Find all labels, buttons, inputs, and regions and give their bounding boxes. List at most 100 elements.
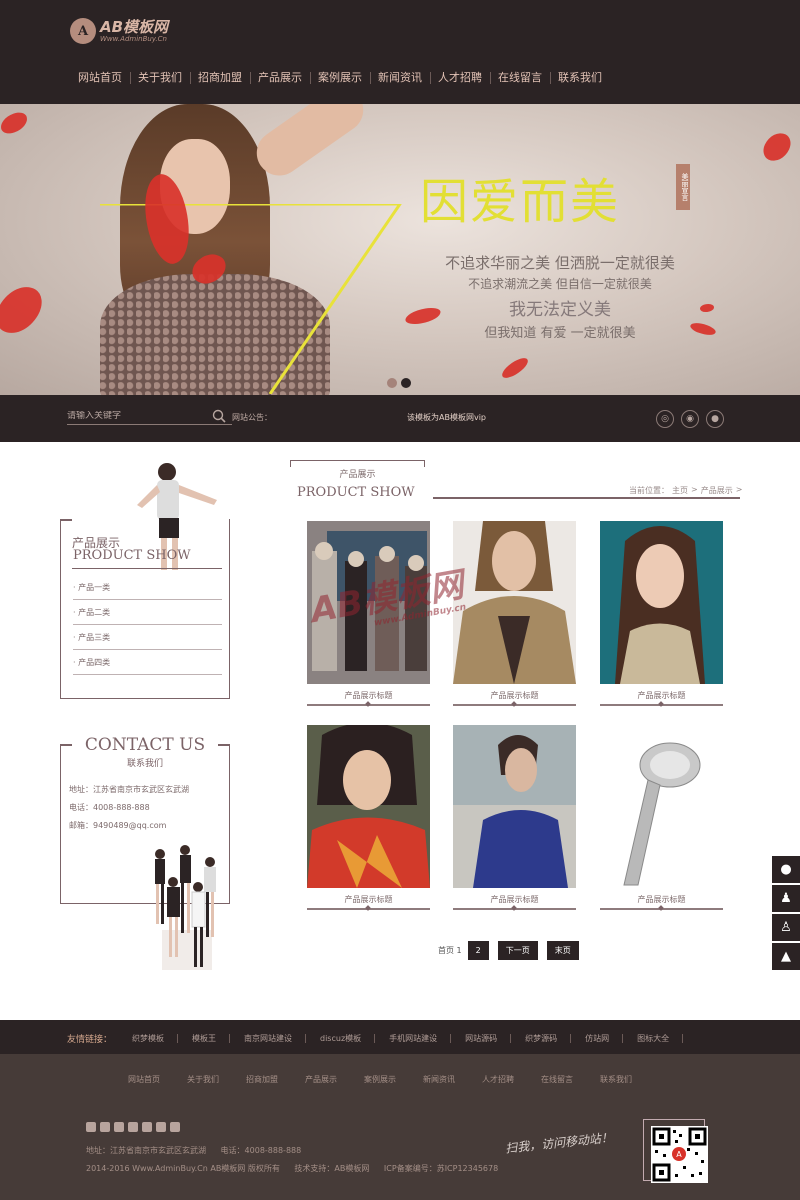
friend-link[interactable]: discuz模板 (306, 1033, 376, 1044)
weibo-icon[interactable]: ◎ (656, 410, 674, 428)
slider-dots (387, 378, 415, 388)
share-plus-icon[interactable] (86, 1122, 96, 1132)
nav-products[interactable]: 产品展示 (250, 66, 310, 90)
last-page-button[interactable]: 末页 (546, 941, 579, 960)
friend-links: 织梦模板 模板王 南京网站建设 discuz模板 手机网站建设 网站源码 织梦源… (118, 1033, 684, 1044)
nav-news[interactable]: 新闻资讯 (370, 66, 430, 90)
product-image[interactable] (600, 521, 723, 684)
breadcrumb-separator: > (735, 485, 743, 494)
product-caption[interactable]: 产品展示标题 (307, 894, 430, 905)
share-douban-icon[interactable] (156, 1122, 166, 1132)
search-input[interactable] (67, 410, 212, 421)
product-card[interactable]: 产品展示标题 (453, 521, 576, 706)
next-page-button[interactable]: 下一页 (497, 941, 538, 960)
nav-contact[interactable]: 联系我们 (550, 66, 610, 90)
share-renren-icon[interactable] (142, 1122, 152, 1132)
section-divider (433, 497, 740, 499)
category-item[interactable]: · 产品四类 (73, 650, 222, 675)
share-weibo-icon[interactable] (114, 1122, 124, 1132)
nav-franchise[interactable]: 招商加盟 (190, 66, 250, 90)
logo-url: Www.AdminBuy.Cn (100, 35, 167, 43)
nav-jobs[interactable]: 人才招聘 (430, 66, 490, 90)
product-caption[interactable]: 产品展示标题 (307, 690, 430, 701)
product-caption[interactable]: 产品展示标题 (600, 894, 723, 905)
friend-link[interactable]: 手机网站建设 (375, 1033, 452, 1044)
page-2-button[interactable]: 2 (467, 941, 489, 960)
footer-nav-item[interactable]: 产品展示 (305, 1074, 337, 1085)
product-underline (453, 908, 576, 910)
share-icons (86, 1122, 184, 1132)
friend-link[interactable]: 图标大全 (623, 1033, 684, 1044)
category-item[interactable]: · 产品一类 (73, 575, 222, 600)
nav-message[interactable]: 在线留言 (490, 66, 550, 90)
footer-nav: 网站首页 关于我们 招商加盟 产品展示 案例展示 新闻资讯 人才招聘 在线留言 … (128, 1074, 659, 1085)
search-box (67, 407, 232, 425)
footer-nav-item[interactable]: 人才招聘 (482, 1074, 514, 1085)
friend-link[interactable]: 南京网站建设 (230, 1033, 306, 1044)
nav-about[interactable]: 关于我们 (130, 66, 190, 90)
contact-subtitle: 联系我们 (126, 759, 163, 769)
banner-model-arm (247, 104, 373, 185)
qq-group-icon[interactable]: ♟ (772, 885, 800, 912)
banner-line-2: 不追求潮流之美 但自信一定就很美 (468, 277, 652, 291)
product-card[interactable]: 产品展示标题 (600, 725, 723, 910)
sidebar-title-en: PRODUCT SHOW (73, 548, 191, 563)
product-card[interactable]: 产品展示标题 (453, 725, 576, 910)
friend-link[interactable]: 仿站网 (571, 1033, 624, 1044)
product-image[interactable] (453, 725, 576, 888)
slider-dot-2[interactable] (401, 378, 411, 388)
category-item[interactable]: · 产品二类 (73, 600, 222, 625)
product-image[interactable] (307, 725, 430, 888)
section-tab-label: 产品展示 (290, 467, 425, 480)
product-image[interactable] (600, 725, 723, 888)
product-card[interactable]: 产品展示标题 (307, 725, 430, 910)
product-caption[interactable]: 产品展示标题 (453, 894, 576, 905)
share-wechat-icon[interactable] (170, 1122, 180, 1132)
pagination-info[interactable]: 首页 1 (438, 945, 462, 956)
slider-dot-1[interactable] (387, 378, 397, 388)
footer-address: 地址：江苏省南京市玄武区玄武湖 (86, 1146, 206, 1155)
breadcrumb: 当前位置： 主页 > 产品展示 > (629, 485, 745, 496)
friend-link[interactable]: 网站源码 (451, 1033, 512, 1044)
footer-nav-item[interactable]: 招商加盟 (246, 1074, 278, 1085)
nav-home[interactable]: 网站首页 (70, 66, 130, 90)
banner-title: 因爱而美 (420, 174, 621, 230)
footer-nav-item[interactable]: 联系我们 (600, 1074, 632, 1085)
category-item[interactable]: · 产品三类 (73, 625, 222, 650)
logo-name: AB模板网 (100, 18, 169, 36)
product-caption[interactable]: 产品展示标题 (600, 690, 723, 701)
footer-nav-item[interactable]: 案例展示 (364, 1074, 396, 1085)
floating-toolbar: ● ♟ ♙ ▲ (772, 856, 800, 972)
share-tencent-icon[interactable] (128, 1122, 138, 1132)
back-to-top-icon[interactable]: ▲ (772, 943, 800, 970)
notice-label: 网站公告： (232, 413, 272, 422)
qq-icon[interactable]: ♙ (772, 914, 800, 941)
search-icon[interactable] (212, 409, 226, 423)
product-caption[interactable]: 产品展示标题 (453, 690, 576, 701)
footer-icp[interactable]: ICP备案编号：苏ICP12345678 (384, 1164, 498, 1173)
notice-text[interactable]: 该模板为AB模板网vip (407, 412, 486, 423)
product-underline (453, 704, 576, 706)
nav-cases[interactable]: 案例展示 (310, 66, 370, 90)
breadcrumb-products[interactable]: 产品展示 (701, 485, 733, 496)
wechat-icon[interactable]: ● (772, 856, 800, 883)
share-qzone-icon[interactable] (100, 1122, 110, 1132)
wechat-icon[interactable]: ● (706, 410, 724, 428)
hero-banner[interactable]: 因爱而美 美丽宣言 不追求华丽之美 但洒脱一定就很美 不追求潮流之美 但自信一定… (0, 104, 800, 395)
breadcrumb-home[interactable]: 主页 (672, 485, 688, 496)
footer-support[interactable]: 技术支持：AB模板网 (294, 1164, 369, 1173)
site-logo[interactable]: A AB模板网 Www.AdminBuy.Cn (70, 18, 168, 44)
petal-decoration (759, 128, 795, 166)
product-image[interactable] (453, 521, 576, 684)
friend-link[interactable]: 织梦模板 (118, 1033, 178, 1044)
footer-nav-item[interactable]: 在线留言 (541, 1074, 573, 1085)
footer-nav-item[interactable]: 网站首页 (128, 1074, 160, 1085)
banner-line-1: 不追求华丽之美 但洒脱一定就很美 (445, 254, 675, 272)
friend-link[interactable]: 织梦源码 (511, 1033, 572, 1044)
product-card[interactable]: 产品展示标题 (600, 521, 723, 706)
footer-nav-item[interactable]: 新闻资讯 (423, 1074, 455, 1085)
contact-title: CONTACT US (84, 735, 206, 755)
footer-nav-item[interactable]: 关于我们 (187, 1074, 219, 1085)
tencent-weibo-icon[interactable]: ◉ (681, 410, 699, 428)
friend-link[interactable]: 模板王 (178, 1033, 230, 1044)
